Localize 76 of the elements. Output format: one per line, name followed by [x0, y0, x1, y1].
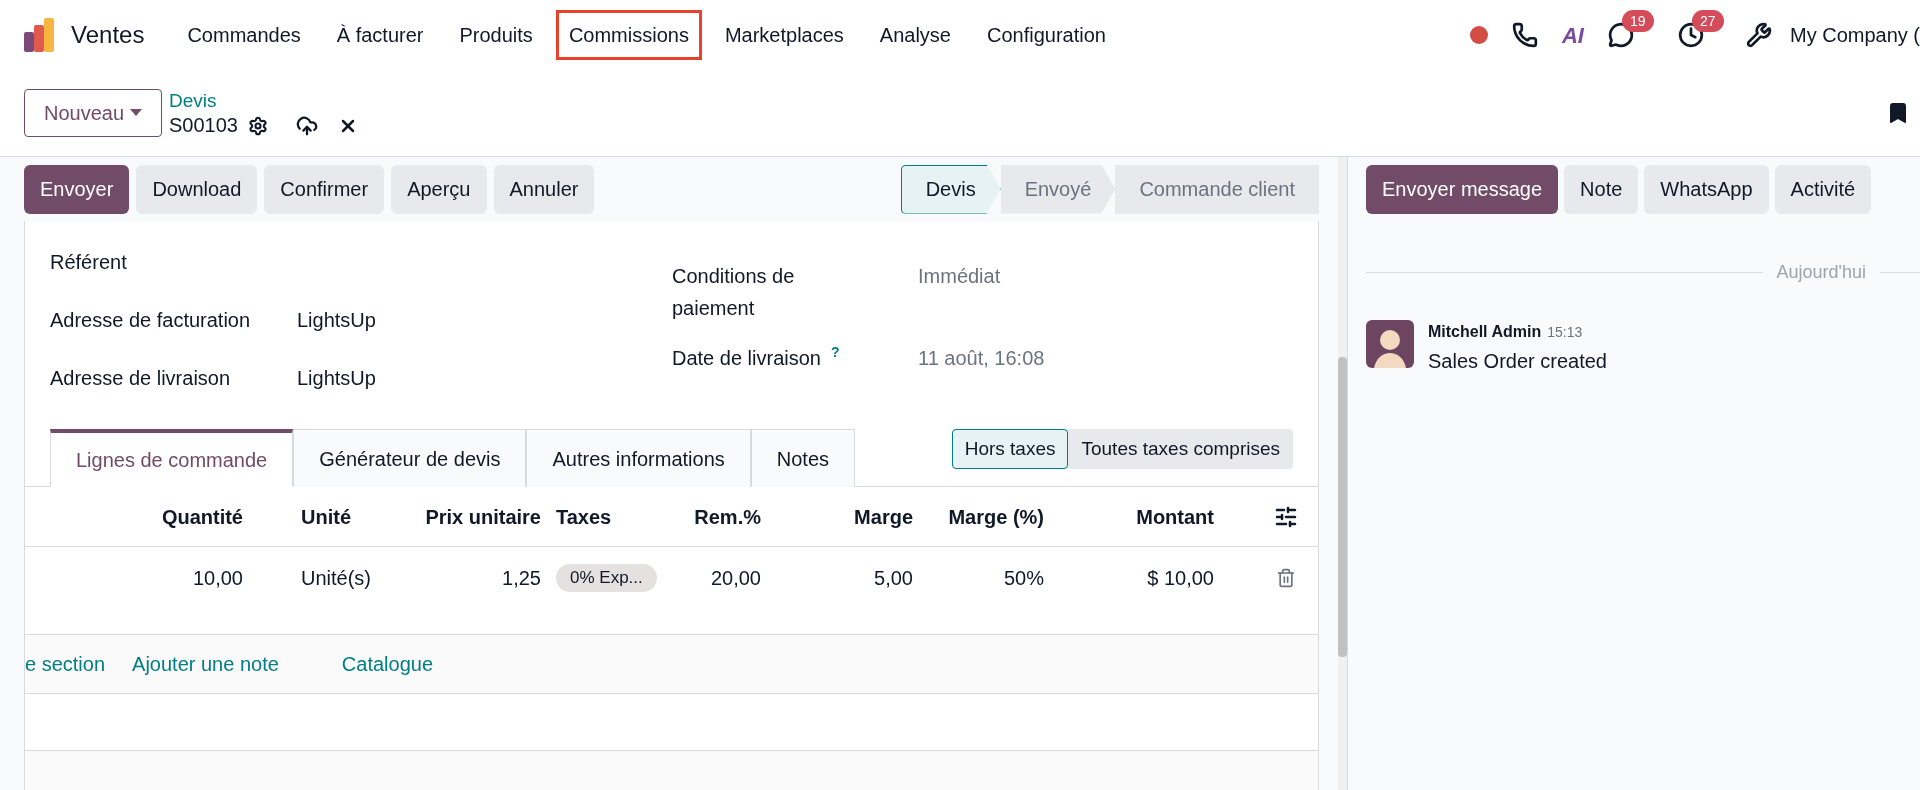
new-button[interactable]: Nouveau — [24, 89, 162, 137]
menu-item[interactable]: Commissions — [555, 10, 702, 60]
field-value[interactable]: LightsUp — [297, 305, 376, 335]
action-button[interactable]: WhatsApp — [1644, 164, 1769, 214]
action-button[interactable]: Annuler — [493, 164, 595, 214]
tax-tag[interactable]: 0% Exp... — [556, 564, 657, 592]
field-label: Référent — [50, 250, 128, 275]
cloud-upload-icon[interactable] — [295, 114, 318, 137]
settings-icon[interactable] — [247, 115, 268, 136]
menu-item[interactable]: Analyse — [866, 10, 964, 60]
notification-badge: 27 — [1691, 10, 1724, 32]
column-header[interactable]: Montant — [1136, 501, 1214, 532]
app-logo-icon[interactable] — [24, 18, 55, 52]
menu-item[interactable]: À facturer — [323, 10, 437, 60]
primary-button[interactable]: Envoyer message — [1366, 164, 1559, 214]
field-label: Adresse de facturation — [50, 308, 252, 333]
tab[interactable]: Autres informations — [526, 429, 751, 487]
tax-toggle-option[interactable]: Hors taxes — [951, 429, 1069, 469]
breadcrumb-link[interactable]: Devis — [169, 88, 358, 113]
column-header[interactable]: Unité — [301, 501, 351, 532]
add-line-link[interactable]: Catalogue — [341, 649, 434, 679]
field-value[interactable]: LightsUp — [297, 363, 376, 393]
column-header[interactable]: Taxes — [556, 501, 612, 532]
table-cell-text: Unité(s) — [301, 566, 371, 591]
scrollbar-thumb[interactable] — [1338, 357, 1347, 657]
message-time: 15:13 — [1547, 323, 1583, 342]
tax-toggle-option[interactable]: Toutes taxes comprises — [1068, 429, 1293, 469]
record-name: S00103 — [169, 113, 238, 138]
status-step[interactable]: Commande client — [1115, 164, 1319, 214]
phone-icon[interactable] — [1511, 22, 1538, 48]
add-line-link[interactable]: Ajouter une note — [132, 649, 279, 679]
column-header[interactable]: Rem.% — [694, 501, 761, 532]
company-switcher[interactable]: My Company ( — [1789, 20, 1920, 50]
table-cell-text: $ 10,00 — [1147, 566, 1214, 591]
notification-badge: 19 — [1621, 10, 1654, 32]
add-line-link[interactable]: e section — [25, 649, 106, 679]
status-step[interactable]: Envoyé — [1000, 164, 1116, 214]
table-cell-text: 10,00 — [192, 566, 243, 591]
field-label: Conditions de paiement — [672, 264, 796, 321]
column-header[interactable]: Marge — [854, 501, 913, 532]
menu-item[interactable]: Produits — [446, 10, 546, 60]
field-value[interactable]: 11 août, 16:08 — [918, 342, 1045, 374]
column-header[interactable]: Prix unitaire — [425, 501, 541, 532]
tab[interactable]: Lignes de commande — [50, 429, 294, 487]
tab[interactable]: Notes — [750, 429, 855, 487]
message-author: Mitchell Admin — [1428, 322, 1542, 342]
ai-button[interactable]: AI — [1561, 18, 1584, 52]
tools-icon[interactable] — [1745, 22, 1772, 48]
delete-icon[interactable] — [1276, 568, 1296, 588]
help-tooltip[interactable]: ? — [830, 344, 840, 360]
table-cell-text: 1,25 — [502, 566, 541, 591]
status-step[interactable]: Devis — [900, 164, 1001, 214]
table-cell-text: 20,00 — [710, 566, 761, 591]
date-separator: Aujourd'hui — [1776, 261, 1866, 284]
action-button[interactable]: Activité — [1774, 164, 1872, 214]
message-body: Sales Order created — [1428, 349, 1607, 374]
menu-item[interactable]: Configuration — [974, 10, 1119, 60]
tab[interactable]: Générateur de devis — [293, 429, 527, 487]
table-cell-text: 5,00 — [874, 566, 913, 591]
action-button[interactable]: Download — [136, 164, 258, 214]
column-settings-icon[interactable] — [1274, 504, 1298, 529]
field-label: Adresse de livraison — [50, 366, 232, 391]
table-cell-text: 50% — [1003, 566, 1044, 591]
app-name[interactable]: Ventes — [71, 17, 145, 53]
field-label: Date de livraison — [672, 346, 821, 371]
action-button[interactable]: Aperçu — [391, 164, 487, 214]
user-avatar-icon[interactable] — [1366, 320, 1414, 368]
action-button[interactable]: Confirmer — [264, 164, 385, 214]
menu-item[interactable]: Marketplaces — [711, 10, 857, 60]
action-button[interactable]: Note — [1564, 164, 1639, 214]
column-header[interactable]: Quantité — [161, 501, 243, 532]
menu-item[interactable]: Commandes — [174, 10, 314, 60]
column-header[interactable]: Marge (%) — [948, 501, 1044, 532]
caret-icon — [130, 109, 143, 117]
field-value[interactable]: Immédiat — [918, 260, 1001, 292]
primary-button[interactable]: Envoyer — [24, 164, 130, 214]
